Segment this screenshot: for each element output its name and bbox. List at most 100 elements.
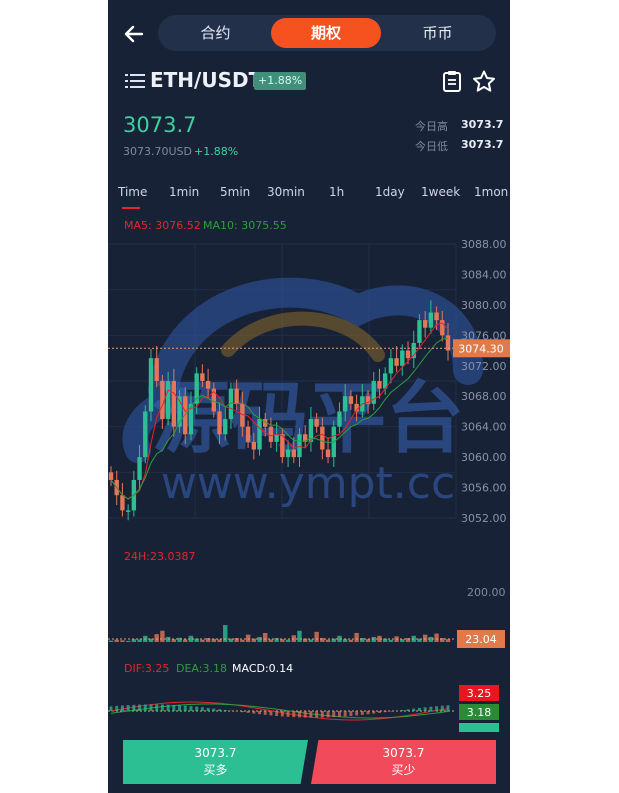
dea-badge-text: 3.18 — [467, 706, 492, 719]
candle-body — [325, 449, 331, 458]
volume-bar — [285, 639, 291, 642]
macd-histogram-bar — [297, 711, 301, 718]
price-axis-tick: 3088.00 — [461, 238, 507, 251]
back-arrow-icon[interactable] — [122, 22, 146, 46]
candle-body — [377, 381, 382, 389]
candle-body — [165, 381, 171, 420]
candle-body — [297, 434, 302, 458]
candle-body — [120, 495, 125, 511]
candle-body — [348, 396, 354, 404]
app-screen: 合约 期权 币币 ETH/USDT +1.88% 3073.7 3073.70U… — [108, 0, 510, 793]
candle-body — [314, 419, 319, 427]
candle-body — [394, 358, 399, 366]
macd-histogram-bar — [109, 706, 113, 711]
candle-body — [411, 342, 416, 359]
macd-histogram-bar — [315, 711, 319, 718]
tab-options[interactable]: 期权 — [271, 18, 381, 48]
volume-bar — [240, 639, 245, 642]
favorite-star-icon[interactable] — [472, 70, 496, 92]
volume-bar — [171, 639, 177, 642]
volume-bar — [131, 639, 137, 642]
candle-body — [137, 457, 142, 480]
candle-body — [274, 434, 279, 442]
volume-bar — [400, 639, 405, 642]
timeframe-1week[interactable]: 1week — [421, 185, 460, 199]
timeframe-1mon[interactable]: 1mon — [474, 185, 508, 199]
dif-label: DIF:3.25 — [124, 662, 169, 675]
macd-label: MACD:0.14 — [232, 662, 293, 675]
macd-histogram-bar — [212, 708, 216, 711]
price-change: +1.88% — [194, 145, 239, 158]
macd-histogram-bar — [372, 711, 376, 714]
sell-short-button[interactable]: 3073.7 买少 — [311, 740, 496, 784]
timeframe-time[interactable]: Time — [118, 185, 147, 199]
candle-body — [342, 396, 348, 412]
volume-bar — [200, 639, 205, 642]
volume-bar — [177, 637, 182, 642]
tab-spot[interactable]: 币币 — [390, 15, 485, 51]
macd-histogram-bar — [149, 704, 153, 711]
macd-histogram-bar — [178, 705, 182, 711]
candle-body — [148, 358, 154, 412]
timeframe-1min[interactable]: 1min — [169, 185, 199, 199]
timeframe-1h[interactable]: 1h — [329, 185, 344, 199]
volume-axis-tick: 200.00 — [467, 586, 506, 599]
price-usd: 3073.70USD — [123, 145, 192, 158]
volume-bar — [114, 639, 119, 642]
macd-histogram-bar — [440, 705, 444, 711]
candle-body — [422, 320, 428, 328]
macd-histogram-bar — [309, 711, 313, 718]
timeframe-1day[interactable]: 1day — [375, 185, 405, 199]
macd-histogram-bar — [275, 711, 279, 716]
macd-histogram-bar — [269, 711, 273, 716]
volume-bar — [354, 632, 359, 642]
low-label: 今日低 — [415, 140, 448, 153]
candle-body — [417, 320, 422, 343]
volume-bar — [280, 639, 285, 642]
menu-list-icon[interactable] — [125, 73, 145, 89]
timeframe-30min[interactable]: 30min — [267, 185, 305, 199]
buy-long-button[interactable]: 3073.7 买多 — [123, 740, 308, 784]
last-price-badge-text: 3074.30 — [458, 342, 504, 355]
kline-chart[interactable]: 源码平台 www.ympt.cc 3088.003084.003080.0030… — [108, 230, 510, 740]
macd-histogram-bar — [143, 704, 147, 711]
market-type-tabs: 合约 期权 币币 — [158, 15, 496, 51]
candle-body — [337, 411, 342, 427]
macd-histogram-bar — [435, 706, 439, 711]
candle-body — [291, 449, 296, 458]
volume-bar — [217, 639, 222, 642]
document-icon[interactable] — [442, 70, 462, 92]
candle-body — [388, 358, 394, 374]
macd-histogram-bar — [303, 711, 307, 718]
macd-histogram-bar — [120, 705, 124, 711]
high-value: 3073.7 — [461, 118, 504, 131]
macd-histogram-bar — [417, 707, 421, 711]
macd-histogram-bar — [189, 706, 193, 711]
macd-histogram-bar — [446, 705, 450, 711]
volume-bar — [365, 639, 371, 642]
volume-bar — [183, 639, 188, 642]
macd-histogram-bar — [206, 707, 210, 711]
macd-histogram-bar — [343, 711, 347, 717]
macd-histogram-bar — [326, 711, 330, 718]
volume-bar — [308, 639, 314, 642]
volume-bar — [120, 640, 125, 642]
price-axis-tick: 3068.00 — [461, 390, 507, 403]
macd-histogram-bar — [355, 711, 359, 716]
candle-body — [285, 449, 291, 458]
macd-histogram-bar — [263, 711, 267, 715]
volume-bar — [108, 640, 114, 642]
tab-contract[interactable]: 合约 — [168, 15, 263, 51]
volume-bar — [245, 634, 251, 642]
macd-histogram-bar — [155, 704, 159, 711]
volume-bar — [342, 639, 348, 642]
macd-histogram-bar — [252, 711, 256, 714]
last-price: 3073.7 — [123, 113, 197, 137]
timeframe-5min[interactable]: 5min — [220, 185, 250, 199]
volume-bar — [268, 639, 274, 642]
macd-histogram-bar — [138, 704, 142, 711]
volume-bar — [160, 630, 165, 642]
low-value: 3073.7 — [461, 138, 504, 151]
trading-pair[interactable]: ETH/USDT — [150, 68, 262, 92]
candle-body — [234, 388, 239, 404]
